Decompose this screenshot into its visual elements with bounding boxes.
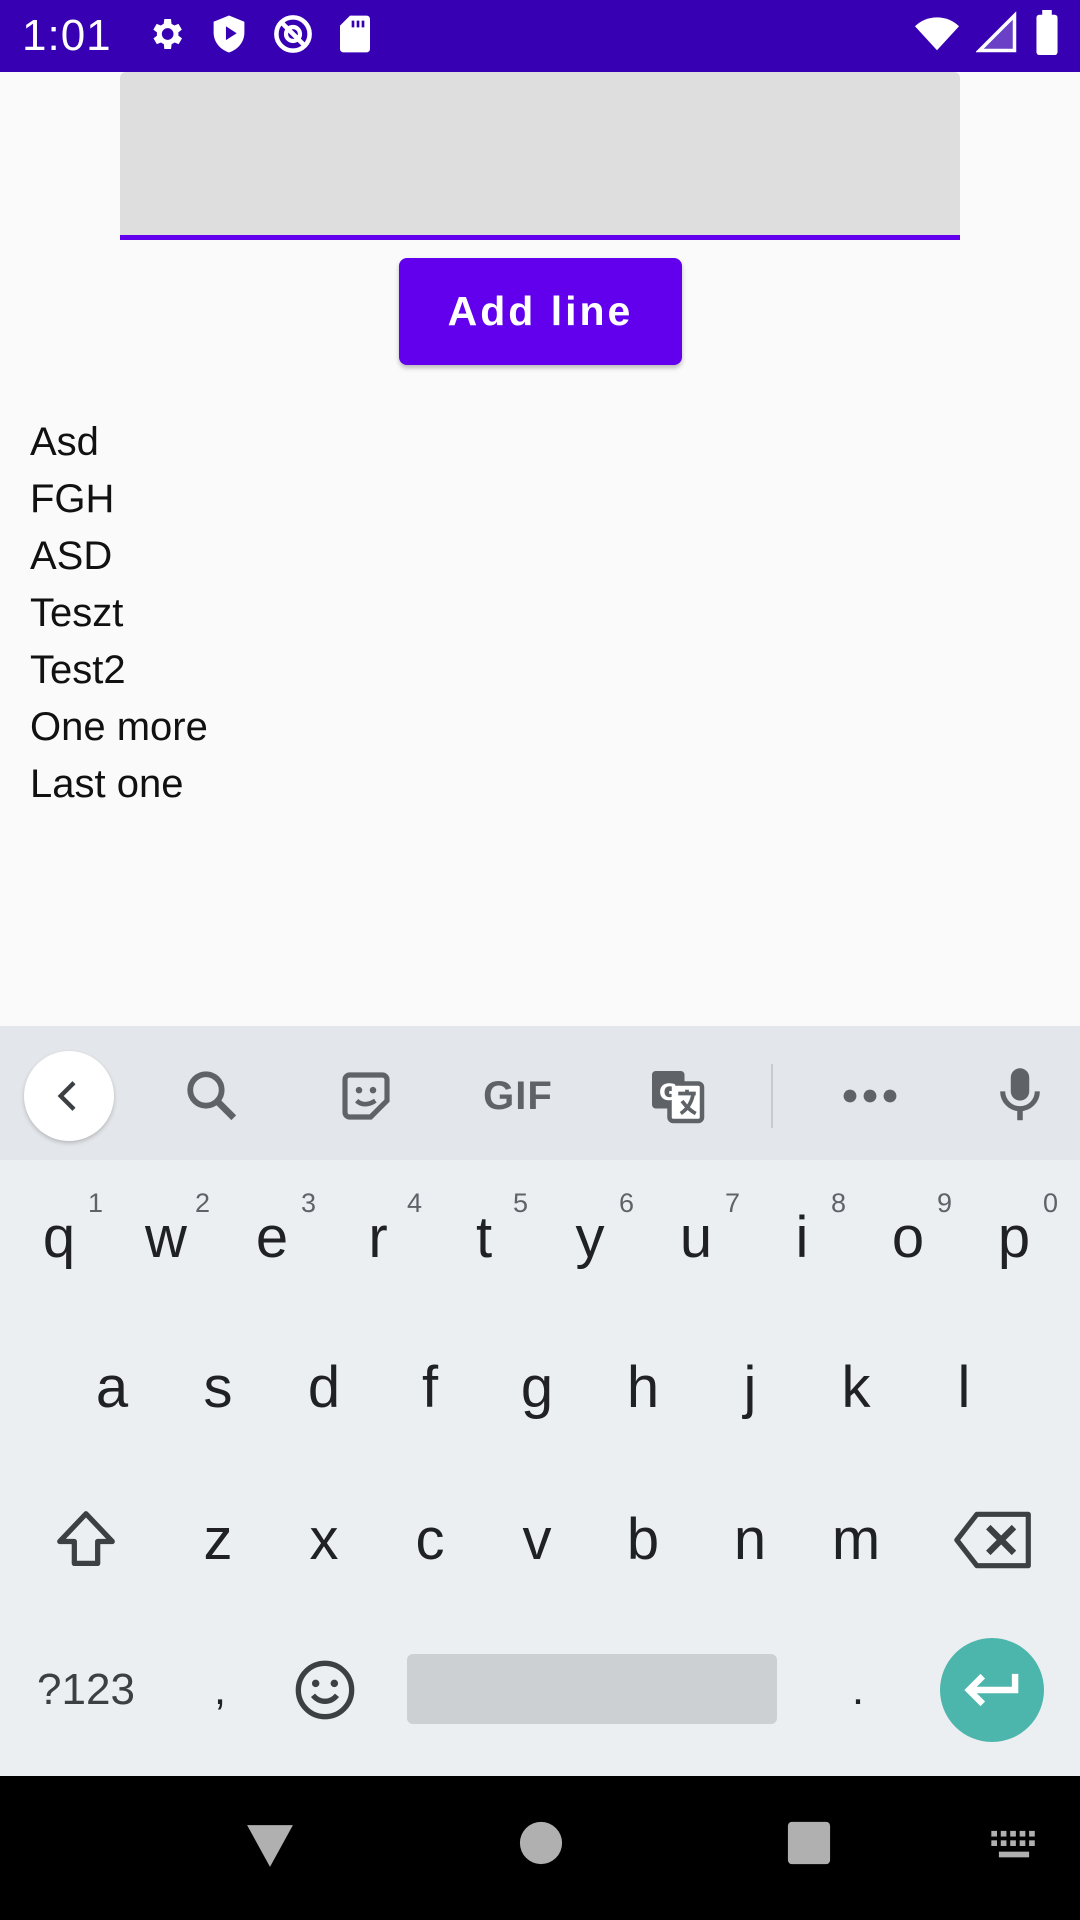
back-icon[interactable]: [24, 1051, 114, 1141]
list-item: Asd: [30, 420, 99, 464]
key-x[interactable]: x: [274, 1480, 374, 1600]
period-key[interactable]: .: [808, 1630, 908, 1750]
space-bar[interactable]: [407, 1654, 777, 1724]
key-h[interactable]: h: [593, 1328, 693, 1448]
key-j[interactable]: j: [700, 1328, 800, 1448]
lines-list: Asd FGH ASD Teszt Test2 One more Last on…: [30, 414, 208, 813]
emoji-key[interactable]: [275, 1630, 375, 1750]
mic-icon[interactable]: [992, 1066, 1048, 1126]
key-k[interactable]: k: [806, 1328, 906, 1448]
status-time: 1:01: [22, 11, 112, 60]
key-r[interactable]: r4: [328, 1178, 428, 1298]
key-a[interactable]: a: [62, 1328, 162, 1448]
screen: 1:01 Add line Asd FGH ASD Teszt Test2 On…: [0, 0, 1080, 1920]
key-u[interactable]: u7: [646, 1178, 746, 1298]
add-line-button[interactable]: Add line: [399, 258, 682, 365]
translate-icon[interactable]: G: [645, 1066, 709, 1126]
key-f[interactable]: f: [380, 1328, 480, 1448]
shift-key[interactable]: [36, 1480, 136, 1600]
settings-icon: [146, 14, 186, 59]
status-bar: 1:01: [0, 0, 1080, 72]
list-item: ASD: [30, 534, 113, 578]
back-nav-icon[interactable]: [244, 1820, 296, 1872]
recents-nav-icon[interactable]: [786, 1820, 832, 1866]
key-i[interactable]: i8: [752, 1178, 852, 1298]
gif-icon[interactable]: GIF: [478, 1066, 558, 1126]
key-y[interactable]: y6: [540, 1178, 640, 1298]
key-p[interactable]: p0: [964, 1178, 1064, 1298]
key-o[interactable]: o9: [858, 1178, 958, 1298]
key-t[interactable]: t5: [434, 1178, 534, 1298]
sd-card-icon: [338, 14, 372, 59]
navigation-bar: [0, 1776, 1080, 1920]
key-g[interactable]: g: [487, 1328, 587, 1448]
status-icons-left: [146, 13, 372, 60]
key-m[interactable]: m: [806, 1480, 906, 1600]
battery-icon: [1034, 10, 1060, 61]
play-protect-icon: [210, 14, 248, 59]
key-v[interactable]: v: [487, 1480, 587, 1600]
enter-key[interactable]: [940, 1638, 1044, 1742]
signal-icon: [975, 10, 1018, 61]
status-icons-right: [914, 10, 1060, 61]
list-item: One more: [30, 705, 208, 749]
svg-text:G: G: [659, 1080, 677, 1106]
comma-key[interactable]: ,: [170, 1630, 270, 1750]
more-icon[interactable]: [840, 1066, 900, 1126]
backspace-key[interactable]: [944, 1480, 1044, 1600]
key-s[interactable]: s: [168, 1328, 268, 1448]
keyboard-toolbar: GIF G: [0, 1026, 1080, 1160]
key-c[interactable]: c: [380, 1480, 480, 1600]
key-e[interactable]: e3: [222, 1178, 322, 1298]
list-item: Last one: [30, 762, 184, 806]
backspace-icon: [954, 1511, 1031, 1569]
list-item: Test2: [30, 648, 126, 692]
enter-icon: [964, 1673, 1019, 1707]
keyboard-switch-icon[interactable]: [988, 1820, 1040, 1872]
sticker-icon[interactable]: [334, 1066, 398, 1126]
key-z[interactable]: z: [168, 1480, 268, 1600]
key-l[interactable]: l: [914, 1328, 1014, 1448]
search-icon[interactable]: [180, 1066, 244, 1126]
key-q[interactable]: q1: [9, 1178, 109, 1298]
shift-icon: [57, 1511, 115, 1566]
toolbar-divider: [771, 1064, 773, 1128]
list-item: Teszt: [30, 591, 124, 635]
symbols-key[interactable]: ?123: [26, 1630, 146, 1750]
emoji-icon: [295, 1660, 355, 1720]
key-n[interactable]: n: [700, 1480, 800, 1600]
home-nav-icon[interactable]: [518, 1820, 564, 1866]
list-item: FGH: [30, 477, 115, 521]
key-w[interactable]: w2: [116, 1178, 216, 1298]
line-input-field[interactable]: [120, 72, 960, 240]
no-disturb-icon: [272, 13, 314, 60]
wifi-icon: [914, 10, 960, 61]
key-d[interactable]: d: [274, 1328, 374, 1448]
key-b[interactable]: b: [593, 1480, 693, 1600]
